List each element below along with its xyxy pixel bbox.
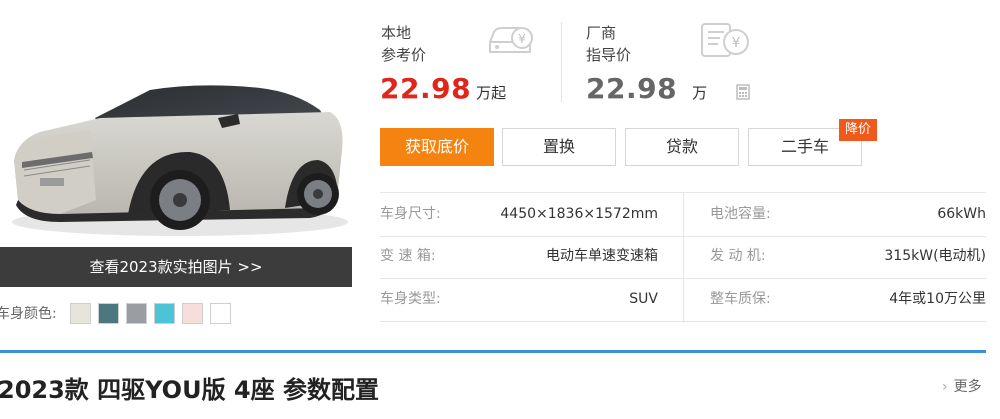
spec-value: 4450×1836×1572mm [500,206,658,222]
spec-value: 66kWh [937,206,986,222]
config-title: 2023款 四驱YOU版 4座 参数配置 [0,376,379,404]
car-price-icon: ¥ [484,20,536,64]
local-price-unit: 万起 [476,84,507,102]
spec-key: 变 速 箱: [380,248,436,264]
color-swatch-teal[interactable] [98,303,119,324]
local-price-value: 22.98 [380,72,472,105]
trade-in-button[interactable]: 置换 [502,128,616,166]
more-link-label: 更多 [953,379,982,395]
spec-value: 4年或10万公里 [889,291,986,307]
svg-text:¥: ¥ [732,36,740,51]
spec-key: 整车质保: [710,291,771,307]
svg-text:¥: ¥ [518,32,526,46]
color-swatch-pink[interactable] [182,303,203,324]
local-price-label-line2: 参考价 [381,46,427,64]
car-image[interactable] [0,0,352,247]
chevron-right-icon: › [942,379,948,395]
get-lowest-price-button[interactable]: 获取底价 [380,128,494,166]
local-price-label-line1: 本地 [381,24,412,42]
color-swatch-cyan[interactable] [154,303,175,324]
more-link[interactable]: › 更多 [942,376,982,396]
price-tag-icon: ¥ [698,18,754,64]
spec-key: 车身类型: [380,291,441,307]
spec-key: 发 动 机: [710,248,766,264]
local-price: 22.98 万起 [380,72,506,105]
spec-divider [683,192,684,323]
msrp-value: 22.98 [586,72,678,105]
msrp-label-line1: 厂商 [586,24,617,42]
car-illustration [12,85,348,236]
msrp-price: 22.98 万 [586,72,707,105]
body-colors-label: 车身颜色: [0,306,57,322]
msrp-label: 厂商 指导价 [586,22,631,66]
color-swatch-gray[interactable] [126,303,147,324]
spec-value: SUV [629,291,658,307]
spec-key: 电池容量: [710,206,771,222]
color-swatch-white[interactable] [210,303,231,324]
color-swatch-beige[interactable] [70,303,91,324]
view-photos-link[interactable]: 查看2023款实拍图片 >> [0,247,352,287]
spec-value: 315kW(电动机) [884,248,986,264]
price-divider [561,22,562,102]
spec-value: 电动车单速变速箱 [546,248,658,264]
loan-button[interactable]: 贷款 [625,128,739,166]
msrp-label-line2: 指导价 [586,46,632,64]
spec-key: 车身尺寸: [380,206,441,222]
msrp-unit: 万 [692,84,708,102]
section-divider [0,350,986,353]
price-drop-badge: 降价 [839,119,877,141]
calculator-icon[interactable] [736,84,750,104]
local-price-label: 本地 参考价 [381,22,426,66]
